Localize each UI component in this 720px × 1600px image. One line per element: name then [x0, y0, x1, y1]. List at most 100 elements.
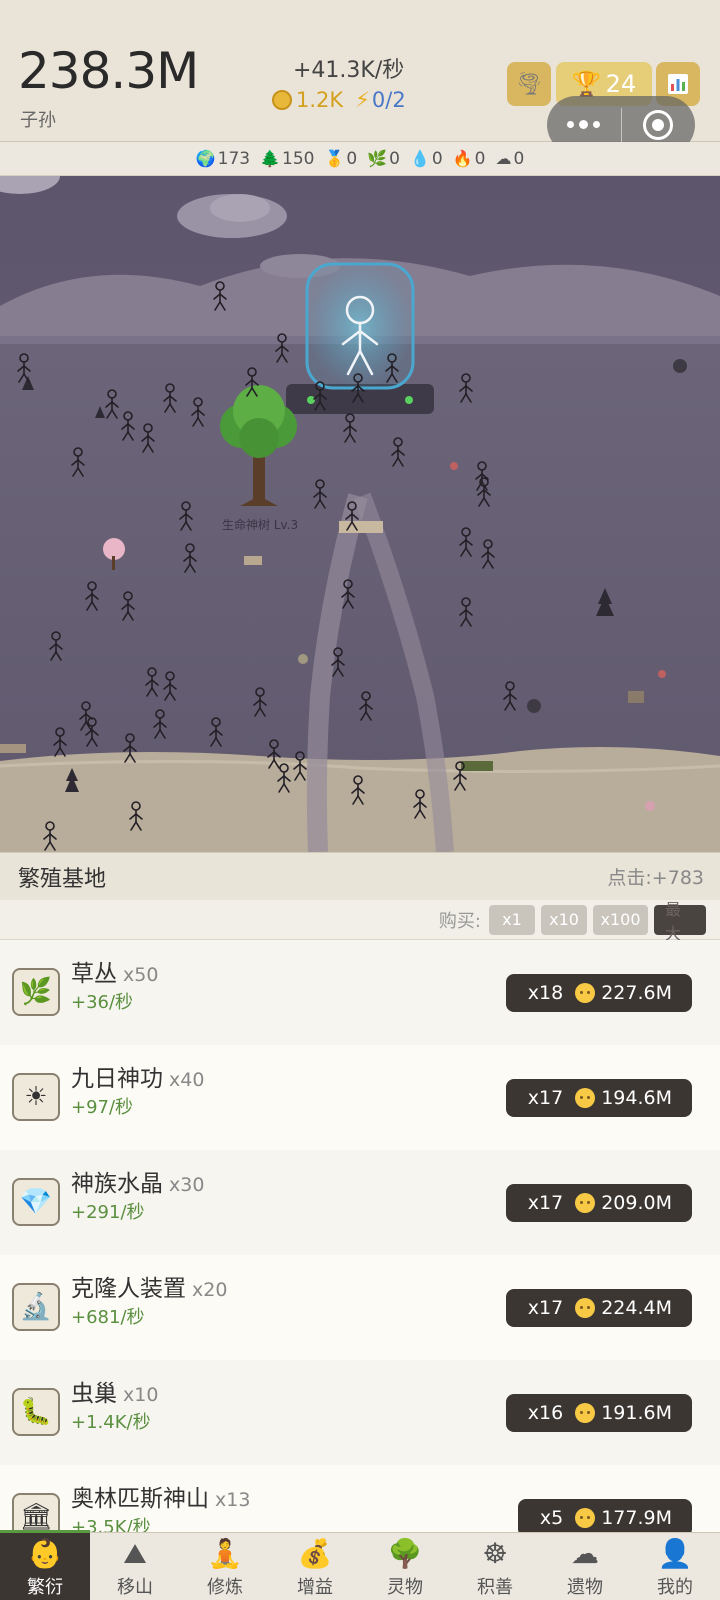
population-label: 子孙 [20, 110, 56, 131]
upgrade-name: 草丛 [71, 961, 117, 987]
nav-tab-tree[interactable]: 🌳 灵物 [360, 1533, 450, 1600]
top-stats-header: 238.3M 子孙 +41.3K/秒 1.2K ⚡0/2 🌪 🏆 24 [0, 0, 720, 154]
close-miniprogram-button[interactable] [622, 110, 696, 140]
game-scene[interactable]: 生命神树 Lv.3 [0, 176, 720, 852]
base-title: 繁殖基地 [18, 866, 107, 892]
baby-icon [575, 1508, 596, 1528]
upgrade-name: 九日神功 [71, 1066, 163, 1092]
nav-label: 灵物 [387, 1577, 423, 1598]
herb-icon: 🌿 [367, 149, 388, 168]
buy-multiplier: x17 [527, 1192, 564, 1214]
target-circle-icon [643, 110, 674, 140]
nav-label: 增益 [297, 1577, 333, 1598]
resource-value: 150 [282, 148, 315, 169]
buy-max-button[interactable]: 最大 [654, 900, 706, 943]
resource-herb: 🌿 0 [367, 149, 400, 169]
baby-icon [575, 1088, 596, 1108]
microscope-icon: 🔬 [12, 1283, 60, 1331]
resource-value: 0 [474, 148, 486, 169]
upgrade-count: x20 [192, 1279, 228, 1301]
upgrade-cost: 177.9M [601, 1507, 672, 1529]
buy-quantity-row: 购买: x1 x10 x100 最大 [0, 900, 720, 943]
resource-value: 0 [389, 148, 400, 169]
tornado-button[interactable]: 🌪 [507, 62, 551, 106]
nav-tab-meditation[interactable]: 🧘 修炼 [180, 1533, 270, 1600]
upgrade-cost: 209.0M [601, 1192, 672, 1214]
currency-row: 1.2K ⚡0/2 [272, 88, 406, 112]
money-bag-icon: 💰 [297, 1537, 333, 1570]
nav-tab-user[interactable]: 👤 我的 [630, 1533, 720, 1600]
buy-upgrade-button[interactable]: x17 224.4M [505, 1289, 692, 1327]
coin-value: 1.2K [296, 88, 344, 112]
nav-label: 积善 [477, 1577, 513, 1598]
resource-value: 0 [513, 148, 525, 169]
upgrade-name: 克隆人装置 [71, 1276, 186, 1302]
buy-multiplier: x18 [527, 982, 564, 1004]
tree-icon: 🌳 [387, 1537, 423, 1570]
upgrade-count: x50 [123, 964, 159, 986]
tree-of-life-label: 生命神树 Lv.3 [222, 518, 299, 532]
dharma-wheel-icon: ☸ [482, 1537, 508, 1570]
buy-multiplier: x5 [539, 1507, 564, 1529]
water-drop-icon: 💧 [409, 149, 430, 168]
nav-tab-cloud[interactable]: ☁ 遗物 [540, 1533, 630, 1600]
base-section-header: 繁殖基地 点击:+783 [0, 852, 720, 900]
nav-tab-money-bag[interactable]: 💰 增益 [270, 1533, 360, 1600]
upgrade-count: x10 [123, 1384, 159, 1406]
buy-upgrade-button[interactable]: x17 209.0M [505, 1184, 692, 1222]
upgrade-name: 虫巢 [71, 1381, 117, 1407]
nav-tab-mountain[interactable]: ⛰ 移山 [90, 1533, 180, 1600]
nav-tab-dharma-wheel[interactable]: ☸ 积善 [450, 1533, 540, 1600]
upgrade-row: 🌿 草丛 x50 +36/秒 x18 227.6M [0, 940, 720, 1045]
upgrade-name: 奥林匹斯神山 [71, 1486, 209, 1512]
buy-upgrade-button[interactable]: x5 177.9M [517, 1499, 692, 1532]
upgrade-count: x30 [169, 1174, 205, 1196]
resource-medal: 🥇 0 [324, 149, 357, 169]
upgrade-rate: +1.4K/秒 [71, 1412, 151, 1433]
baby-icon [575, 1193, 596, 1213]
worm-icon: 🐛 [12, 1388, 60, 1436]
buy-x10-button[interactable]: x10 [541, 904, 587, 935]
buy-x1-button[interactable]: x1 [489, 904, 535, 935]
nav-tab-baby[interactable]: 👶 繁衍 [0, 1530, 90, 1600]
buy-upgrade-button[interactable]: x16 191.6M [505, 1394, 692, 1432]
resource-value: 0 [431, 148, 443, 169]
bottom-nav: 👶 繁衍 ⛰ 移山 🧘 修炼 💰 增益 🌳 灵物 ☸ 积善 ☁ 遗物 👤 我的 [0, 1530, 720, 1600]
upgrade-name: 神族水晶 [71, 1171, 163, 1197]
cloud-icon: ☁ [571, 1537, 599, 1570]
tornado-icon: 🌪 [515, 71, 543, 97]
resource-bar: 🌍 173 🌲 150 🥇 0 🌿 0 💧 0 🔥 0 ☁ 0 [0, 142, 720, 176]
upgrade-cost: 194.6M [601, 1087, 672, 1109]
baby-icon [575, 1298, 596, 1318]
buy-x100-button[interactable]: x100 [593, 904, 648, 935]
upgrade-row: 💎 神族水晶 x30 +291/秒 x17 209.0M [0, 1150, 720, 1255]
resource-fire: 🔥 0 [453, 149, 486, 169]
baby-icon [575, 1403, 596, 1423]
upgrade-cost: 224.4M [601, 1297, 672, 1319]
production-rate: +41.3K/秒 [293, 58, 405, 83]
coin-icon [272, 90, 292, 110]
buy-multiplier: x17 [527, 1087, 564, 1109]
more-options-button[interactable] [547, 120, 621, 129]
crystal-icon: 💎 [12, 1178, 60, 1226]
mountain-icon: ⛰ [123, 1537, 147, 1570]
meditation-icon: 🧘 [207, 1537, 243, 1570]
energy-value: 0/2 [371, 88, 406, 112]
fire-icon: 🔥 [452, 149, 473, 168]
tree-icon: 🌲 [260, 149, 280, 168]
resource-globe: 🌍 173 [196, 149, 250, 169]
baby-icon: 👶 [27, 1537, 63, 1570]
upgrade-list: 🌿 草丛 x50 +36/秒 x18 227.6M ☀ 九日神功 x40 +97/秒 x17 194.… [0, 940, 720, 1532]
nav-label: 移山 [117, 1577, 153, 1598]
resource-value: 0 [346, 148, 358, 169]
world-illustration [0, 176, 720, 852]
upgrade-rate: +291/秒 [71, 1202, 145, 1223]
herb-icon: 🌿 [12, 968, 60, 1016]
buy-upgrade-button[interactable]: x17 194.6M [505, 1079, 692, 1117]
upgrade-row: ☀ 九日神功 x40 +97/秒 x17 194.6M [0, 1045, 720, 1150]
more-dots-icon [567, 121, 575, 128]
buy-upgrade-button[interactable]: x18 227.6M [505, 974, 692, 1012]
nav-label: 我的 [657, 1577, 693, 1598]
temple-icon: 🏛 [12, 1493, 60, 1532]
upgrade-rate: +681/秒 [71, 1307, 145, 1328]
